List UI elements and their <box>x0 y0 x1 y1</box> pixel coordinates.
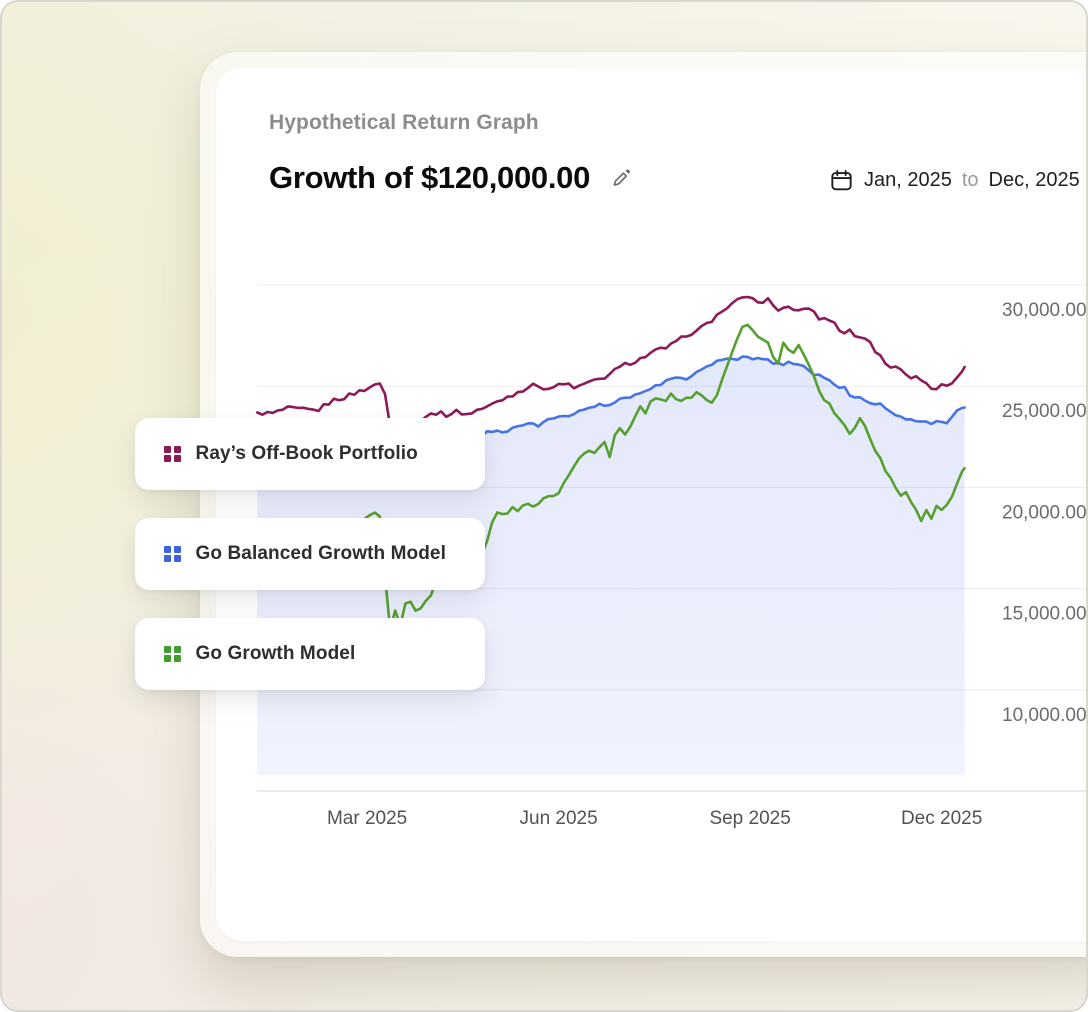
legend-card-go-balanced-growth-model[interactable]: Go Balanced Growth Model <box>135 518 485 590</box>
legend-label: Go Balanced Growth Model <box>196 543 446 565</box>
legend-label: Go Growth Model <box>196 643 356 665</box>
x-axis-label: Dec 2025 <box>901 808 982 829</box>
series-swatch-icon <box>164 646 181 663</box>
x-axis-label: Mar 2025 <box>327 808 407 829</box>
legend-label: Ray’s Off-Book Portfolio <box>196 443 418 465</box>
x-axis-label: Jun 2025 <box>520 808 598 829</box>
return-chart[interactable]: 30,000.00 25,000.00 20,000.00 15,000.00 10,0… <box>2 2 1088 1012</box>
y-axis-label: 30,000.00 <box>1002 300 1087 321</box>
legend-card-rays-off-book-portfolio[interactable]: Ray’s Off-Book Portfolio <box>135 418 485 490</box>
legend-card-go-growth-model[interactable]: Go Growth Model <box>135 618 485 690</box>
y-axis-label: 15,000.00 <box>1002 604 1087 625</box>
x-axis-label: Sep 2025 <box>709 808 790 829</box>
series-swatch-icon <box>164 546 181 563</box>
y-axis-label: 25,000.00 <box>1002 401 1087 422</box>
series-swatch-icon <box>164 446 181 463</box>
y-axis-label: 10,000.00 <box>1002 705 1087 726</box>
y-axis-label: 20,000.00 <box>1002 502 1087 523</box>
app-viewport: Hypothetical Return Graph Growth of $120… <box>0 0 1088 1012</box>
